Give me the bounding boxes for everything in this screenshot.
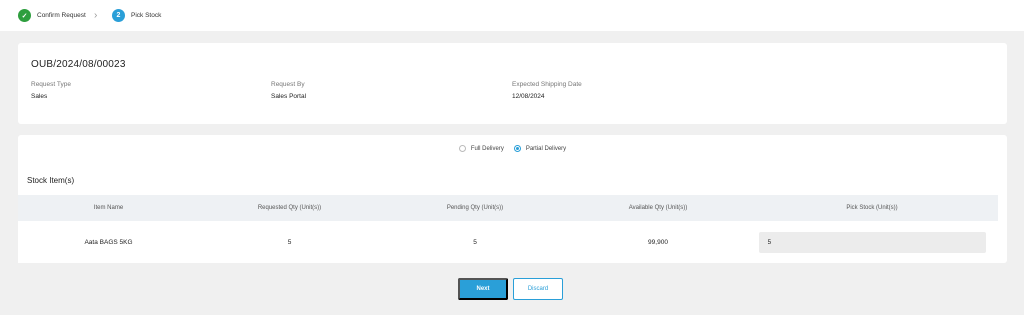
field-label: Expected Shipping Date <box>512 81 582 88</box>
step-confirm-request[interactable]: ✓ Confirm Request <box>18 9 86 22</box>
discard-button[interactable]: Discard <box>513 278 563 300</box>
step-pick-stock[interactable]: 2 Pick Stock <box>112 9 161 22</box>
column-header: Item Name <box>93 205 124 211</box>
stepper: ✓ Confirm Request › 2 Pick Stock <box>0 0 1024 31</box>
column-header: Available Qty (Unit(s)) <box>628 205 688 211</box>
option-label: Full Delivery <box>470 145 504 152</box>
step-number: 2 <box>112 9 125 22</box>
column-header: Requested Qty (Unit(s)) <box>257 205 322 211</box>
next-button[interactable]: Next <box>458 278 508 300</box>
partial-delivery-option[interactable]: Partial Delivery <box>513 145 567 152</box>
request-reference: OUB/2024/08/00023 <box>31 59 126 70</box>
field-value: Sales Portal <box>271 93 307 100</box>
available-qty: 99,900 <box>648 238 668 246</box>
request-by: Request By Sales Portal <box>271 81 306 100</box>
field-value: 12/08/2024 <box>512 93 545 100</box>
step-label: Confirm Request <box>37 12 86 19</box>
stock-card: Full Delivery Partial Delivery Stock Ite… <box>18 135 1007 263</box>
column-header: Pending Qty (Unit(s)) <box>446 205 504 211</box>
table-header: Item Name Requested Qty (Unit(s)) Pendin… <box>18 195 998 221</box>
option-label: Partial Delivery <box>525 145 567 152</box>
step-label: Pick Stock <box>131 12 162 19</box>
section-title: Stock Item(s) <box>27 176 75 185</box>
requested-qty: 5 <box>287 238 292 246</box>
check-icon: ✓ <box>18 9 31 22</box>
full-delivery-option[interactable]: Full Delivery <box>458 145 504 152</box>
column-header: Pick Stock (Unit(s)) <box>846 205 898 211</box>
table-row: Aata BAGS 5KG 5 5 99,900 <box>18 221 998 263</box>
chevron-right-icon: › <box>94 10 98 21</box>
item-name: Aata BAGS 5KG <box>84 238 133 246</box>
radio-button[interactable] <box>458 145 466 152</box>
request-info-card: OUB/2024/08/00023 Request Type Sales Req… <box>18 43 1007 124</box>
request-type: Request Type Sales <box>31 81 71 100</box>
stock-table: Item Name Requested Qty (Unit(s)) Pendin… <box>18 195 998 263</box>
pick-stock-input[interactable] <box>758 231 986 253</box>
radio-button[interactable] <box>513 145 521 152</box>
expected-shipping-date: Expected Shipping Date 12/08/2024 <box>512 81 582 100</box>
field-value: Sales <box>31 93 48 100</box>
field-label: Request By <box>271 81 305 88</box>
field-label: Request Type <box>31 81 71 88</box>
pending-qty: 5 <box>473 238 477 246</box>
pick-stock-cell <box>746 221 998 263</box>
delivery-type-group: Full Delivery Partial Delivery <box>18 145 1007 152</box>
